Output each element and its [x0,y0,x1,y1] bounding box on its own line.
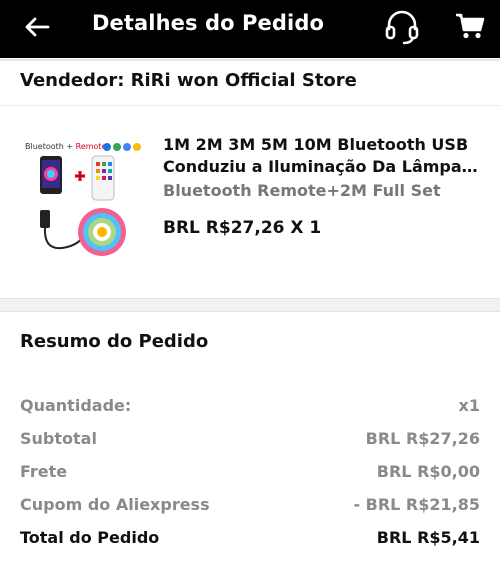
summary-label: Quantidade: [20,396,132,415]
product-title-line-2: Conduziu a Iluminação Da Lâmpada LED… [163,157,481,176]
support-button[interactable] [382,8,422,46]
product-image[interactable]: Bluetooth + Remote [22,130,147,262]
page-title: Detalhes do Pedido [92,11,324,35]
summary-row-total: Total do Pedido BRL R$5,41 [20,528,480,554]
back-arrow-icon [25,17,50,37]
summary-title: Resumo do Pedido [20,331,209,352]
summary-value: BRL R$0,00 [376,462,480,481]
app-header: Detalhes do Pedido [0,0,500,58]
product-price-quantity: BRL R$27,26 X 1 [163,218,322,238]
product-title-line-1: 1M 2M 3M 5M 10M Bluetooth USB [163,135,469,154]
total-value: BRL R$5,41 [376,528,480,547]
product-title[interactable]: 1M 2M 3M 5M 10M Bluetooth USB Conduziu a… [163,134,483,178]
summary-row-quantity: Quantidade: x1 [20,396,480,422]
summary-value: x1 [458,396,480,415]
shopping-cart-icon [456,13,485,39]
headset-icon [385,10,419,45]
summary-label: Frete [20,462,68,481]
summary-label: Cupom do Aliexpress [20,495,210,514]
product-variant: Bluetooth Remote+2M Full Set [163,181,441,200]
divider [0,105,500,106]
led-strip-kit-graphic [40,155,126,256]
summary-row-coupon: Cupom do Aliexpress - BRL R$21,85 [20,495,480,521]
total-label: Total do Pedido [20,528,160,547]
cart-button[interactable] [452,8,488,44]
summary-row-shipping: Frete BRL R$0,00 [20,462,480,488]
summary-label: Subtotal [20,429,97,448]
section-divider [0,298,500,312]
summary-row-subtotal: Subtotal BRL R$27,26 [20,429,480,455]
divider [0,59,500,61]
summary-value: - BRL R$21,85 [353,495,480,514]
summary-value: BRL R$27,26 [365,429,480,448]
seller-name[interactable]: Vendedor: RiRi won Official Store [20,70,357,91]
back-button[interactable] [20,10,54,44]
